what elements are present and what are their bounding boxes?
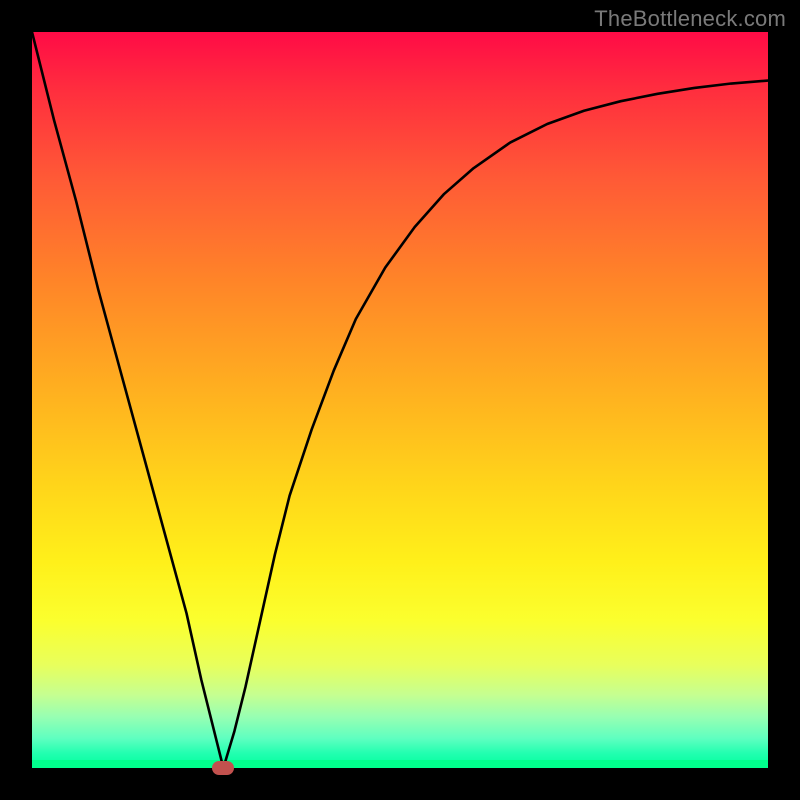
curve-layer [32, 32, 768, 768]
minimum-marker [212, 761, 234, 775]
watermark-text: TheBottleneck.com [594, 6, 786, 32]
plot-area [32, 32, 768, 768]
chart-frame: TheBottleneck.com [0, 0, 800, 800]
bottleneck-curve [32, 32, 768, 768]
